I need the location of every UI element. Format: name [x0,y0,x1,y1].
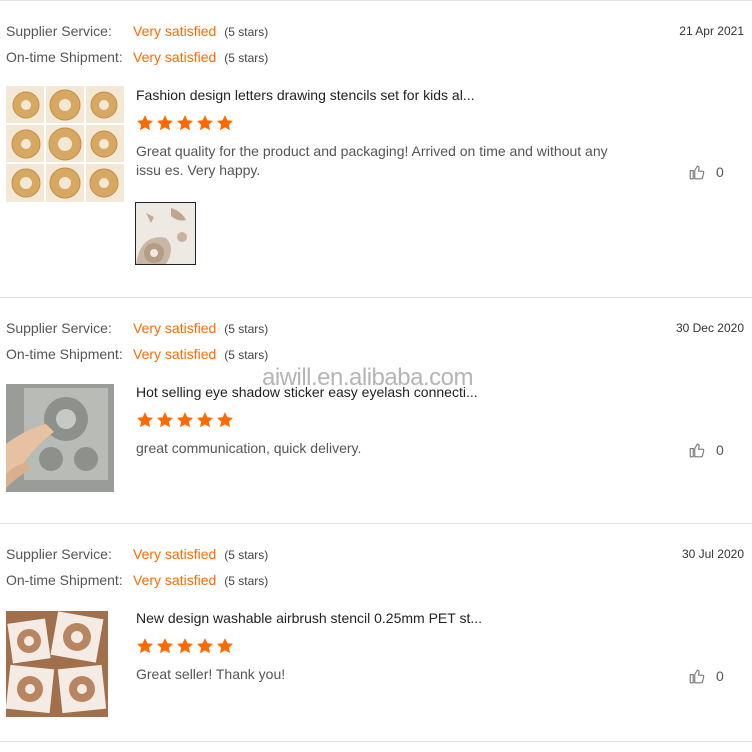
product-title-link[interactable]: Fashion design letters drawing stencils … [136,87,475,103]
review-date: 30 Jul 2020 [681,547,744,561]
supplier-service-rating: Supplier Service: Very satisfied (5 stars) [6,320,268,340]
supplier-service-rating: Supplier Service: Very satisfied (5 stars) [6,23,268,43]
divider [0,741,752,742]
star-rating [136,411,236,431]
helpful-button[interactable]: 0 [688,162,724,182]
shipment-label: On-time Shipment: [6,572,123,588]
supplier-service-value: Very satisfied [133,23,217,39]
star-icon [136,115,154,131]
helpful-count: 0 [716,164,724,180]
supplier-service-label: Supplier Service: [6,546,112,562]
review-date: 21 Apr 2021 [679,24,744,38]
review-date: 30 Dec 2020 [675,321,744,335]
thumbs-up-icon [689,165,705,180]
star-rating [136,114,236,134]
star-icon [176,115,194,131]
helpful-button[interactable]: 0 [688,666,724,686]
review-text: Great quality for the product and packag… [136,143,608,178]
thumbs-up-icon [689,669,705,684]
supplier-service-stars: (5 stars) [224,322,269,336]
star-icon [196,638,214,654]
shipment-stars: (5 stars) [224,348,269,362]
review-text: Great seller! Thank you! [136,666,286,682]
helpful-count: 0 [716,442,724,458]
star-icon [196,115,214,131]
supplier-service-value: Very satisfied [133,546,217,562]
shipment-label: On-time Shipment: [6,49,123,65]
shipment-rating: On-time Shipment: Very satisfied (5 stars) [6,49,268,69]
review-card: Supplier Service: Very satisfied (5 stars)… [0,297,752,524]
star-icon [176,412,194,428]
shipment-value: Very satisfied [133,346,217,362]
product-thumbnail[interactable] [6,86,124,202]
supplier-service-label: Supplier Service: [6,320,112,336]
helpful-count: 0 [716,668,724,684]
supplier-service-value: Very satisfied [133,320,217,336]
helpful-button[interactable]: 0 [688,440,724,460]
star-icon [176,638,194,654]
star-icon [216,115,234,131]
star-rating [136,637,236,657]
star-icon [216,638,234,654]
product-thumbnail[interactable] [6,611,108,717]
star-icon [136,638,154,654]
review-card: Supplier Service: Very satisfied (5 stars)… [0,0,752,297]
star-icon [216,412,234,428]
supplier-service-stars: (5 stars) [224,25,269,39]
watermark: aiwill.en.alibaba.com [262,364,473,391]
review-card: Supplier Service: Very satisfied (5 stars)… [0,523,752,741]
shipment-value: Very satisfied [133,572,217,588]
star-icon [156,638,174,654]
shipment-rating: On-time Shipment: Very satisfied (5 stars) [6,346,268,366]
shipment-rating: On-time Shipment: Very satisfied (5 stars) [6,572,268,592]
shipment-value: Very satisfied [133,49,217,65]
supplier-service-label: Supplier Service: [6,23,112,39]
star-icon [136,412,154,428]
star-icon [156,115,174,131]
shipment-stars: (5 stars) [224,574,269,588]
thumbs-up-icon [689,443,705,458]
shipment-stars: (5 stars) [224,51,269,65]
star-icon [196,412,214,428]
supplier-service-stars: (5 stars) [224,548,269,562]
supplier-service-rating: Supplier Service: Very satisfied (5 stars) [6,546,268,566]
review-text: great communication, quick delivery. [136,440,362,456]
review-photo-thumbnail[interactable] [135,202,196,265]
product-title-link[interactable]: New design washable airbrush stencil 0.2… [136,610,482,626]
star-icon [156,412,174,428]
shipment-label: On-time Shipment: [6,346,123,362]
product-thumbnail[interactable] [6,384,114,492]
